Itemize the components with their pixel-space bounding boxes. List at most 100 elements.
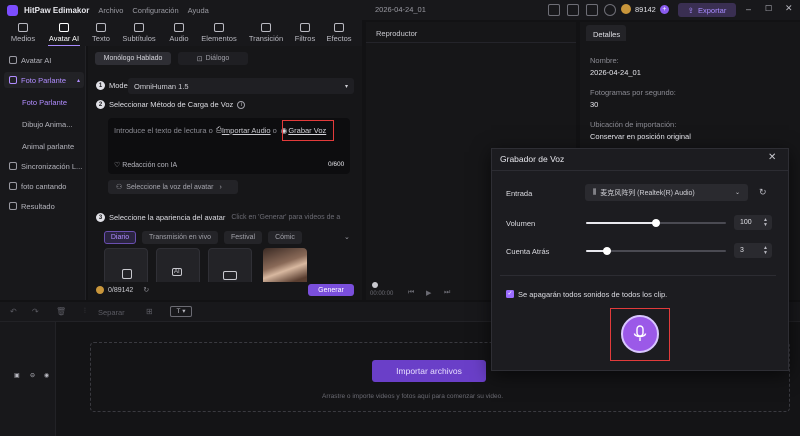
sidebar-item-foto-parlante[interactable]: Foto Parlante ▴ <box>4 72 84 88</box>
player-title: Reproductor <box>376 29 418 38</box>
menu-archivo[interactable]: Archivo <box>98 6 123 15</box>
monitor-icon[interactable] <box>548 4 560 16</box>
dialog-divider <box>492 170 788 171</box>
voice-select[interactable]: ⚇ Seleccione la voz del avatar › <box>108 180 238 194</box>
countdown-stepper[interactable]: 3 ▲ ▼ <box>734 243 772 258</box>
volume-stepper[interactable]: 100 ▲ ▼ <box>734 215 772 230</box>
undo-icon[interactable]: ↶ <box>10 307 17 316</box>
chevron-down-icon[interactable]: ⌄ <box>344 233 350 241</box>
step-label-text: Seleccione la apariencia del avatar <box>109 213 226 222</box>
sidebar-item-foto-cantando[interactable]: foto cantando <box>4 178 84 194</box>
player-timecode: 00:00:00 <box>370 291 394 297</box>
style-comic[interactable]: Cómic <box>268 231 302 244</box>
tab-dialogo[interactable]: ⊡ Diálogo <box>178 52 248 65</box>
record-voice-highlight <box>282 120 334 141</box>
details-name-value: 2026-04-24_01 <box>590 68 641 77</box>
dialog-icon: ⊡ <box>196 55 203 63</box>
chevron-up-icon: ▴ <box>76 77 80 84</box>
voice-icon: ⚇ <box>116 184 123 191</box>
step-label-text: Seleccionar Método de Carga de Voz <box>109 100 234 109</box>
mute-clips-checkbox[interactable]: ✓ <box>506 290 514 298</box>
track-mute-icon[interactable]: ◉ <box>44 372 49 379</box>
input-device-select[interactable]: ⫼ 麦克风阵列 (Realtek(R) Audio) ⌄ <box>585 184 748 201</box>
redo-icon[interactable]: ↷ <box>32 307 39 316</box>
photo-icon <box>9 76 17 84</box>
refresh-icon[interactable]: ↻ <box>759 187 767 198</box>
refresh-icon[interactable]: ↻ <box>143 286 149 294</box>
step-back-icon[interactable]: ⏮ <box>408 289 414 297</box>
text-tool-dropdown[interactable]: T ▾ <box>170 306 192 317</box>
countdown-value: 3 <box>740 247 744 254</box>
sidebar-subitem-foto-parlante[interactable]: Foto Parlante <box>4 94 84 110</box>
input-device-value: 麦克风阵列 (Realtek(R) Audio) <box>600 189 695 197</box>
sidebar-subitem-animal-parlante[interactable]: Animal parlante <box>4 138 84 154</box>
tab-efectos[interactable]: Efectos <box>324 20 354 46</box>
tab-monologo-hablado[interactable]: Monólogo Hablado <box>95 52 171 65</box>
ai-writing-button[interactable]: ♡ Redacción con IA <box>114 161 177 170</box>
tab-elementos[interactable]: Elementos <box>199 20 239 46</box>
tab-subtitulos[interactable]: Subtítulos <box>119 20 159 46</box>
countdown-knob[interactable] <box>603 247 611 255</box>
dialog-divider <box>500 275 776 276</box>
step-number: 1 <box>96 81 105 90</box>
record-button[interactable] <box>621 315 659 353</box>
layout-icon[interactable] <box>567 4 579 16</box>
style-transmision[interactable]: Transmisión en vivo <box>142 231 218 244</box>
track-video-icon[interactable]: ▣ <box>14 372 20 379</box>
details-location-label: Ubicación de importación: <box>590 120 677 129</box>
account-icon[interactable] <box>604 4 616 16</box>
coin-icon <box>621 4 631 14</box>
media-icon <box>18 23 28 32</box>
delete-icon[interactable]: 🗑 <box>56 307 66 316</box>
sidebar-item-resultado[interactable]: Resultado <box>4 198 84 214</box>
sidebar-item-label: Animal parlante <box>22 141 75 151</box>
tab-label: Diálogo <box>205 55 230 62</box>
tab-filtros[interactable]: Filtros <box>292 20 318 46</box>
import-audio-link[interactable]: Importar Audio <box>222 126 271 135</box>
sidebar-item-sincronizacion-labial[interactable]: Sincronización L... <box>4 158 84 174</box>
sidebar-item-label: foto cantando <box>21 181 67 191</box>
maximize-icon[interactable]: ☐ <box>765 4 772 13</box>
add-credits-icon[interactable]: + <box>659 4 669 14</box>
close-icon[interactable]: ✕ <box>768 152 776 163</box>
settings-icon[interactable] <box>586 4 598 16</box>
credits-count: 89142 <box>635 4 656 14</box>
credits-badge[interactable]: 89142 + <box>621 4 669 14</box>
model-select[interactable]: OmniHuman 1.5 ▾ <box>128 78 354 94</box>
model-value: OmniHuman 1.5 <box>134 81 189 91</box>
volume-knob[interactable] <box>652 219 660 227</box>
avatar-icon <box>9 56 17 64</box>
volume-slider[interactable] <box>586 219 726 227</box>
step-forward-icon[interactable]: ⏭ <box>444 289 450 297</box>
sidebar-subitem-dibujo-animado[interactable]: Dibujo Anima... <box>4 116 84 132</box>
minimize-icon[interactable]: – <box>746 4 751 14</box>
style-festival[interactable]: Festival <box>224 231 262 244</box>
tab-label: Audio <box>169 34 189 43</box>
style-diario[interactable]: Diario <box>104 231 136 244</box>
tab-medios[interactable]: Medios <box>8 20 38 46</box>
play-icon[interactable]: ▶ <box>426 289 431 297</box>
countdown-slider[interactable] <box>586 247 726 255</box>
import-files-button[interactable]: Importar archivos <box>372 360 486 382</box>
player-divider <box>366 42 576 43</box>
menu-configuracion[interactable]: Configuración <box>132 6 178 15</box>
generate-button[interactable]: Generar <box>308 284 354 296</box>
sidebar-item-avatar-ai[interactable]: Avatar AI <box>4 52 84 68</box>
close-window-icon[interactable]: ✕ <box>785 3 793 14</box>
playhead-knob[interactable] <box>372 282 378 288</box>
info-icon[interactable]: i <box>237 100 246 109</box>
export-button[interactable]: ⇪ Exportar <box>678 3 736 17</box>
project-title: 2026-04-24_01 <box>375 5 426 14</box>
tab-avatar-ai[interactable]: Avatar AI <box>44 20 84 46</box>
upload-photo-icon <box>122 269 132 279</box>
menu-ayuda[interactable]: Ayuda <box>188 6 209 15</box>
tab-label: Efectos <box>326 34 352 43</box>
tab-texto[interactable]: Texto <box>90 20 112 46</box>
tab-transicion[interactable]: Transición <box>246 20 286 46</box>
volume-label: Volumen <box>506 219 536 228</box>
split-icon[interactable]: ⫶ <box>84 308 86 316</box>
tab-audio[interactable]: Audio <box>166 20 192 46</box>
track-lock-icon[interactable]: ⊖ <box>30 372 35 379</box>
split-label[interactable]: Separar <box>98 308 125 317</box>
crop-icon[interactable]: ⊞ <box>146 307 153 316</box>
